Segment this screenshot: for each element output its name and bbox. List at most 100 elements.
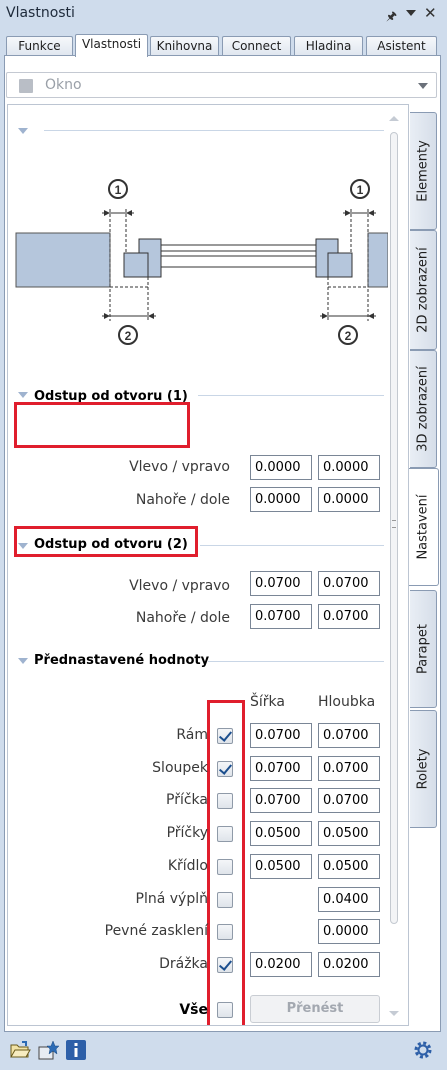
column-header-width: Šířka xyxy=(250,694,285,710)
tab-knihovna[interactable]: Knihovna xyxy=(150,36,219,56)
arrow-head xyxy=(126,210,132,216)
preset-row-width-field[interactable]: 0.0200 xyxy=(250,952,312,977)
side-tab-nastaveni[interactable]: Nastavení xyxy=(408,468,439,586)
side-tab-rolety[interactable]: Rolety xyxy=(410,710,437,828)
preset-row-width-field[interactable]: 0.0700 xyxy=(250,723,312,748)
arrow-head xyxy=(368,313,374,319)
settings-panel: 1 1 2 2 Odstup od otvoru (1) Vlevo / vpr… xyxy=(7,104,409,1026)
vertical-scrollbar[interactable] xyxy=(386,110,402,1022)
tab-connect[interactable]: Connect xyxy=(222,36,291,56)
section2-row1-right-field[interactable]: 0.0700 xyxy=(318,571,380,596)
settings-gear-icon[interactable] xyxy=(412,1039,434,1061)
preset-row-width-field[interactable]: 0.0700 xyxy=(250,756,312,781)
side-tab-elementy[interactable]: Elementy xyxy=(410,112,437,230)
side-tab-label: Elementy xyxy=(415,140,431,202)
collapse-arrow-icon[interactable] xyxy=(18,128,28,134)
section2-row2-label: Nahoře / dole xyxy=(135,610,230,626)
bottom-toolbar xyxy=(0,1033,447,1070)
section-divider xyxy=(208,661,384,662)
preset-row-depth-field[interactable]: 0.0500 xyxy=(318,821,380,846)
section-divider xyxy=(44,130,384,131)
section1-row2-right-field[interactable]: 0.0000 xyxy=(318,487,380,512)
side-tab-label: Parapet xyxy=(415,624,431,674)
arrow-head xyxy=(345,210,351,216)
section1-row1-right-field[interactable]: 0.0000 xyxy=(318,455,380,480)
marker-2-right: 2 xyxy=(345,329,352,343)
tab-hladina[interactable]: Hladina xyxy=(294,36,363,56)
window-title: Vlastnosti xyxy=(6,5,75,21)
window-opening-diagram: 1 1 2 2 xyxy=(15,179,388,345)
preset-row-width-field[interactable]: 0.0700 xyxy=(250,788,312,813)
preset-row-checkbox[interactable] xyxy=(217,924,233,940)
highlight-box-section2 xyxy=(14,526,198,557)
preset-row-depth-field[interactable]: 0.0700 xyxy=(318,788,380,813)
section2-row2-left-field[interactable]: 0.0700 xyxy=(250,604,312,629)
section2-row1-left-field[interactable]: 0.0700 xyxy=(250,571,312,596)
top-tab-bar: Funkce Vlastnosti Knihovna Connect Hladi… xyxy=(0,34,447,57)
window-object-icon xyxy=(19,79,33,93)
tab-funkce[interactable]: Funkce xyxy=(6,36,73,56)
scroll-up-icon[interactable] xyxy=(389,116,399,121)
preset-row-label: Sloupek xyxy=(152,760,208,776)
preset-row-depth-field[interactable]: 0.0700 xyxy=(318,723,380,748)
side-tab-bar: Elementy 2D zobrazení 3D zobrazení Nasta… xyxy=(408,104,441,1024)
close-icon[interactable]: ✕ xyxy=(424,4,437,22)
info-icon[interactable] xyxy=(65,1039,87,1061)
tab-vlastnosti[interactable]: Vlastnosti xyxy=(75,34,148,57)
preset-row-depth-field[interactable]: 0.0000 xyxy=(318,919,380,944)
section2-row2-right-field[interactable]: 0.0700 xyxy=(318,604,380,629)
arrow-head xyxy=(322,313,328,319)
side-tab-label: Nastavení xyxy=(415,494,431,560)
arrow-head xyxy=(104,210,110,216)
preset-row-label: Plná výplň xyxy=(135,891,208,907)
side-tab-label: 3D zobrazení xyxy=(415,366,431,452)
all-label: Vše xyxy=(179,1002,208,1018)
preset-row-depth-field[interactable]: 0.0500 xyxy=(318,854,380,879)
left-frame-inner xyxy=(123,252,149,278)
preset-row-checkbox[interactable] xyxy=(217,859,233,875)
preset-row-checkbox[interactable] xyxy=(217,728,233,744)
transfer-button[interactable]: Přenést xyxy=(250,995,380,1023)
section-divider xyxy=(198,395,384,396)
preset-row-width-field[interactable]: 0.0500 xyxy=(250,821,312,846)
preset-row-checkbox[interactable] xyxy=(217,957,233,973)
preset-row-width-field[interactable]: 0.0500 xyxy=(250,854,312,879)
scroll-down-icon[interactable] xyxy=(389,1011,399,1016)
preset-row-checkbox[interactable] xyxy=(217,761,233,777)
preset-row-depth-field[interactable]: 0.0200 xyxy=(318,952,380,977)
open-folder-icon[interactable] xyxy=(9,1039,31,1061)
preset-row-label: Příčka xyxy=(166,792,208,808)
chevron-down-icon[interactable] xyxy=(418,83,428,89)
section1-row1-label: Vlevo / vpravo xyxy=(129,459,230,475)
collapse-arrow-icon[interactable] xyxy=(18,658,28,664)
side-tab-label: Rolety xyxy=(415,748,431,790)
window-menu-icon[interactable] xyxy=(406,10,416,16)
section1-row2-left-field[interactable]: 0.0000 xyxy=(250,487,312,512)
marker-2-left: 2 xyxy=(125,329,132,343)
all-checkbox[interactable] xyxy=(217,1002,233,1018)
side-tab-label: 2D zobrazení xyxy=(415,247,431,333)
preset-row-depth-field[interactable]: 0.0400 xyxy=(318,887,380,912)
section1-row2-label: Nahoře / dole xyxy=(135,492,230,508)
arrow-head xyxy=(368,210,374,216)
pin-icon[interactable]: 🖈 xyxy=(386,7,397,28)
preset-row-checkbox[interactable] xyxy=(217,793,233,809)
side-tab-parapet[interactable]: Parapet xyxy=(410,590,437,708)
side-tab-3d-zobrazeni[interactable]: 3D zobrazení xyxy=(410,350,437,468)
object-type-select[interactable]: Okno xyxy=(6,72,437,98)
preset-row-label: Rám xyxy=(176,727,208,743)
collapse-arrow-icon[interactable] xyxy=(18,392,28,398)
section1-row1-left-field[interactable]: 0.0000 xyxy=(250,455,312,480)
arrow-head xyxy=(148,313,154,319)
scrollbar-thumb[interactable] xyxy=(390,132,398,924)
side-tab-2d-zobrazeni[interactable]: 2D zobrazení xyxy=(410,230,437,350)
tab-asistent[interactable]: Asistent xyxy=(366,36,437,56)
preset-row-label: Příčky xyxy=(166,825,208,841)
preset-row-depth-field[interactable]: 0.0700 xyxy=(318,756,380,781)
object-type-value: Okno xyxy=(45,77,82,93)
preset-row-checkbox[interactable] xyxy=(217,826,233,842)
column-header-depth: Hloubka xyxy=(318,694,376,710)
favorites-icon[interactable] xyxy=(37,1039,59,1061)
preset-row-checkbox[interactable] xyxy=(217,892,233,908)
window-titlebar: Vlastnosti 🖈 ✕ xyxy=(0,0,447,30)
